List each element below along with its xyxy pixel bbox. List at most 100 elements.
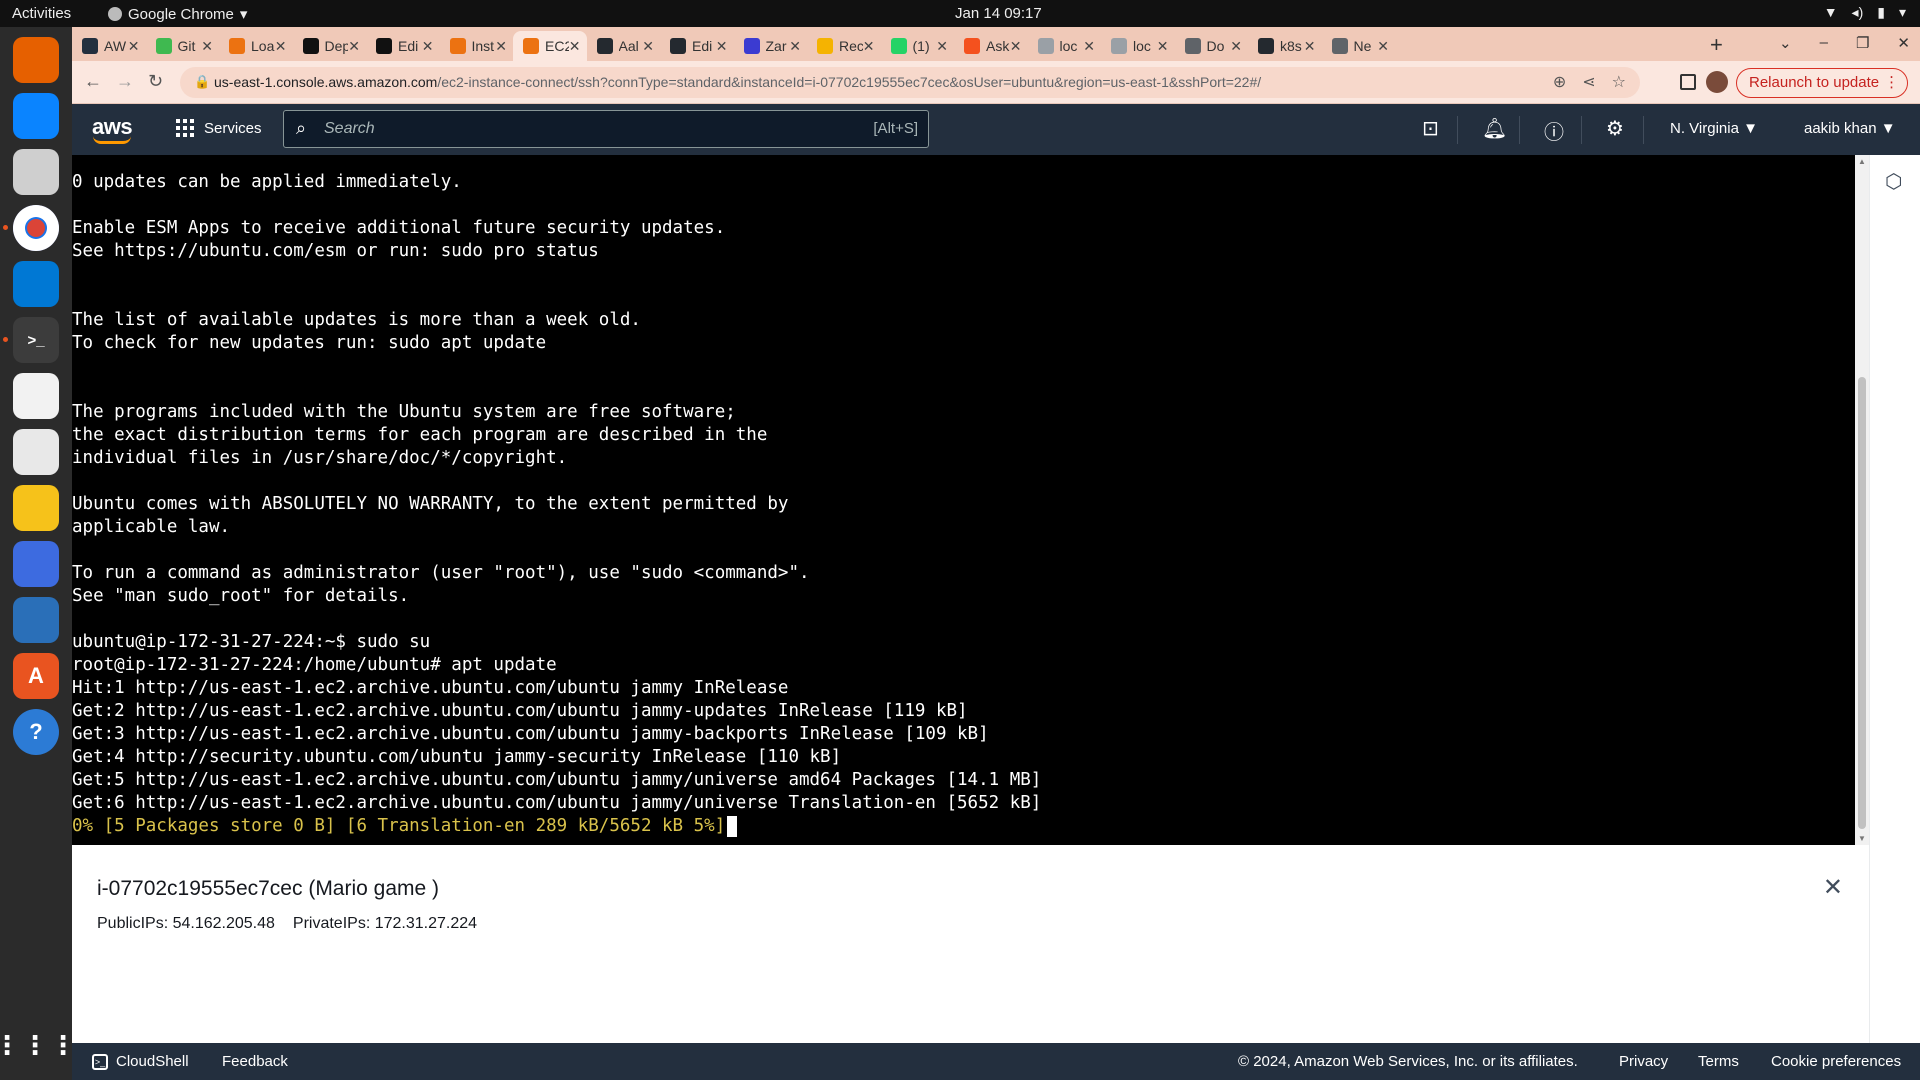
share-icon[interactable]: ⋖ <box>1582 72 1595 92</box>
kebab-menu-icon[interactable]: ⋮ <box>1884 69 1899 97</box>
text-editor-icon[interactable] <box>13 373 59 419</box>
help-icon[interactable]: ⓘ <box>1544 116 1564 145</box>
terms-link[interactable]: Terms <box>1698 1053 1739 1070</box>
close-icon[interactable]: ✕ <box>1823 873 1843 902</box>
feedback-link[interactable]: Feedback <box>222 1053 288 1070</box>
minimize-icon[interactable]: – <box>1820 34 1828 52</box>
bookmark-star-icon[interactable]: ☆ <box>1612 72 1626 92</box>
chrome-icon[interactable] <box>13 205 59 251</box>
scrollbar-thumb[interactable] <box>1858 377 1866 829</box>
account-menu[interactable]: aakib khan ▼ <box>1804 120 1896 137</box>
tab-close-icon[interactable]: ✕ <box>1157 38 1169 55</box>
lock-icon[interactable]: 🔒 <box>194 74 210 90</box>
tab-search-icon[interactable]: ⌄ <box>1779 34 1792 52</box>
tab-close-icon[interactable]: ✕ <box>201 38 213 55</box>
browser-tab[interactable]: Rec ✕ <box>807 31 881 61</box>
settings-panel-icon[interactable]: ⬡ <box>1885 169 1902 194</box>
gear-icon[interactable]: ⚙ <box>1606 116 1624 141</box>
url-text[interactable]: us-east-1.console.aws.amazon.com/ec2-ins… <box>214 74 1261 90</box>
browser-tab[interactable]: Edi ✕ <box>366 31 440 61</box>
address-bar[interactable]: 🔒 us-east-1.console.aws.amazon.com/ec2-i… <box>180 67 1640 98</box>
tab-close-icon[interactable]: ✕ <box>789 38 801 55</box>
browser-tab[interactable]: Aal ✕ <box>587 31 661 61</box>
cookie-preferences-link[interactable]: Cookie preferences <box>1771 1053 1901 1070</box>
aws-logo[interactable]: aws <box>92 114 133 144</box>
terminal-icon[interactable]: >_ <box>13 317 59 363</box>
terminal-line: applicable law. <box>72 517 231 537</box>
tab-close-icon[interactable]: ✕ <box>716 38 728 55</box>
tab-close-icon[interactable]: ✕ <box>569 38 581 55</box>
browser-tab[interactable]: k8s ✕ <box>1248 31 1322 61</box>
side-panel-icon[interactable] <box>1680 74 1696 90</box>
rhythmbox-icon[interactable] <box>13 485 59 531</box>
cloudshell-button[interactable]: >_ CloudShell <box>92 1053 189 1070</box>
forward-icon[interactable]: → <box>116 71 134 92</box>
writer-icon[interactable] <box>13 597 59 643</box>
browser-tab[interactable]: Do ✕ <box>1175 31 1249 61</box>
activities-button[interactable]: Activities <box>12 5 71 22</box>
tab-close-icon[interactable]: ✕ <box>495 38 507 55</box>
show-apps-icon[interactable]: ⋮⋮⋮ <box>0 1022 76 1068</box>
help-icon[interactable]: ? <box>13 709 59 755</box>
browser-tab[interactable]: Inst ✕ <box>440 31 514 61</box>
browser-tab[interactable]: Ask ✕ <box>954 31 1028 61</box>
bell-icon[interactable]: 🔔︎ <box>1482 116 1507 141</box>
browser-tab[interactable]: loc ✕ <box>1101 31 1175 61</box>
tab-close-icon[interactable]: ✕ <box>348 38 360 55</box>
browser-tab[interactable]: Zar ✕ <box>734 31 808 61</box>
tab-close-icon[interactable]: ✕ <box>1304 38 1316 55</box>
tab-close-icon[interactable]: ✕ <box>863 38 875 55</box>
browser-tab[interactable]: Loa ✕ <box>219 31 293 61</box>
profile-avatar[interactable] <box>1706 71 1728 93</box>
close-window-icon[interactable]: ✕ <box>1897 34 1910 52</box>
privacy-link[interactable]: Privacy <box>1619 1053 1668 1070</box>
restore-icon[interactable]: ❐ <box>1856 34 1869 52</box>
browser-toolbar: ← → ↻ 🔒 us-east-1.console.aws.amazon.com… <box>72 61 1920 104</box>
tab-close-icon[interactable]: ✕ <box>1083 38 1095 55</box>
chevron-down-icon: ▾ <box>1898 4 1906 20</box>
chevron-down-icon: ▾ <box>239 6 248 23</box>
back-icon[interactable]: ← <box>84 71 102 92</box>
browser-tab[interactable]: Edi ✕ <box>660 31 734 61</box>
zoom-icon[interactable]: ⊕ <box>1553 72 1566 92</box>
ssh-terminal[interactable]: 0 updates can be applied immediately. Ena… <box>72 155 1855 845</box>
search-input[interactable] <box>324 115 804 143</box>
app-center-icon[interactable]: A <box>13 653 59 699</box>
tab-close-icon[interactable]: ✕ <box>275 38 287 55</box>
search-box[interactable]: ⌕ [Alt+S] <box>283 110 929 148</box>
tab-close-icon[interactable]: ✕ <box>1230 38 1242 55</box>
reload-icon[interactable]: ↻ <box>148 71 163 92</box>
app-menu[interactable]: Google Chrome ▾ <box>108 5 247 23</box>
terminal-scrollbar[interactable]: ▲ ▼ <box>1855 155 1869 845</box>
services-menu[interactable]: Services <box>176 119 262 137</box>
new-tab-button[interactable]: + <box>1710 32 1723 58</box>
browser-tab[interactable]: loc ✕ <box>1028 31 1102 61</box>
browser-tab[interactable]: Ne ✕ <box>1322 31 1396 61</box>
screenshot-icon[interactable] <box>13 541 59 587</box>
tab-close-icon[interactable]: ✕ <box>422 38 434 55</box>
document-viewer-icon[interactable] <box>13 429 59 475</box>
tab-close-icon[interactable]: ✕ <box>128 38 140 55</box>
scroll-down-icon[interactable]: ▼ <box>1858 834 1866 843</box>
divider <box>1581 116 1582 144</box>
tab-close-icon[interactable]: ✕ <box>1377 38 1389 55</box>
browser-tab[interactable]: Git ✕ <box>146 31 220 61</box>
files-icon[interactable] <box>13 149 59 195</box>
cloudshell-icon[interactable]: ⊡ <box>1422 116 1439 141</box>
browser-tab[interactable]: EC2 ✕ <box>513 31 587 61</box>
scroll-up-icon[interactable]: ▲ <box>1858 157 1866 166</box>
region-selector[interactable]: N. Virginia ▼ <box>1670 120 1758 137</box>
vscode-icon[interactable] <box>13 261 59 307</box>
tab-label: AW <box>104 38 127 54</box>
clock[interactable]: Jan 14 09:17 <box>955 5 1042 22</box>
firefox-icon[interactable] <box>13 37 59 83</box>
tab-close-icon[interactable]: ✕ <box>936 38 948 55</box>
tab-close-icon[interactable]: ✕ <box>642 38 654 55</box>
thunderbird-icon[interactable] <box>13 93 59 139</box>
browser-tab[interactable]: Dep ✕ <box>293 31 367 61</box>
relaunch-button[interactable]: Relaunch to update ⋮ <box>1736 68 1909 98</box>
tab-close-icon[interactable]: ✕ <box>1010 38 1022 55</box>
browser-tab[interactable]: AW ✕ <box>72 31 146 61</box>
system-tray[interactable]: ▼ ◂) ▮ ▾ <box>1824 4 1906 21</box>
browser-tab[interactable]: (1) ✕ <box>881 31 955 61</box>
